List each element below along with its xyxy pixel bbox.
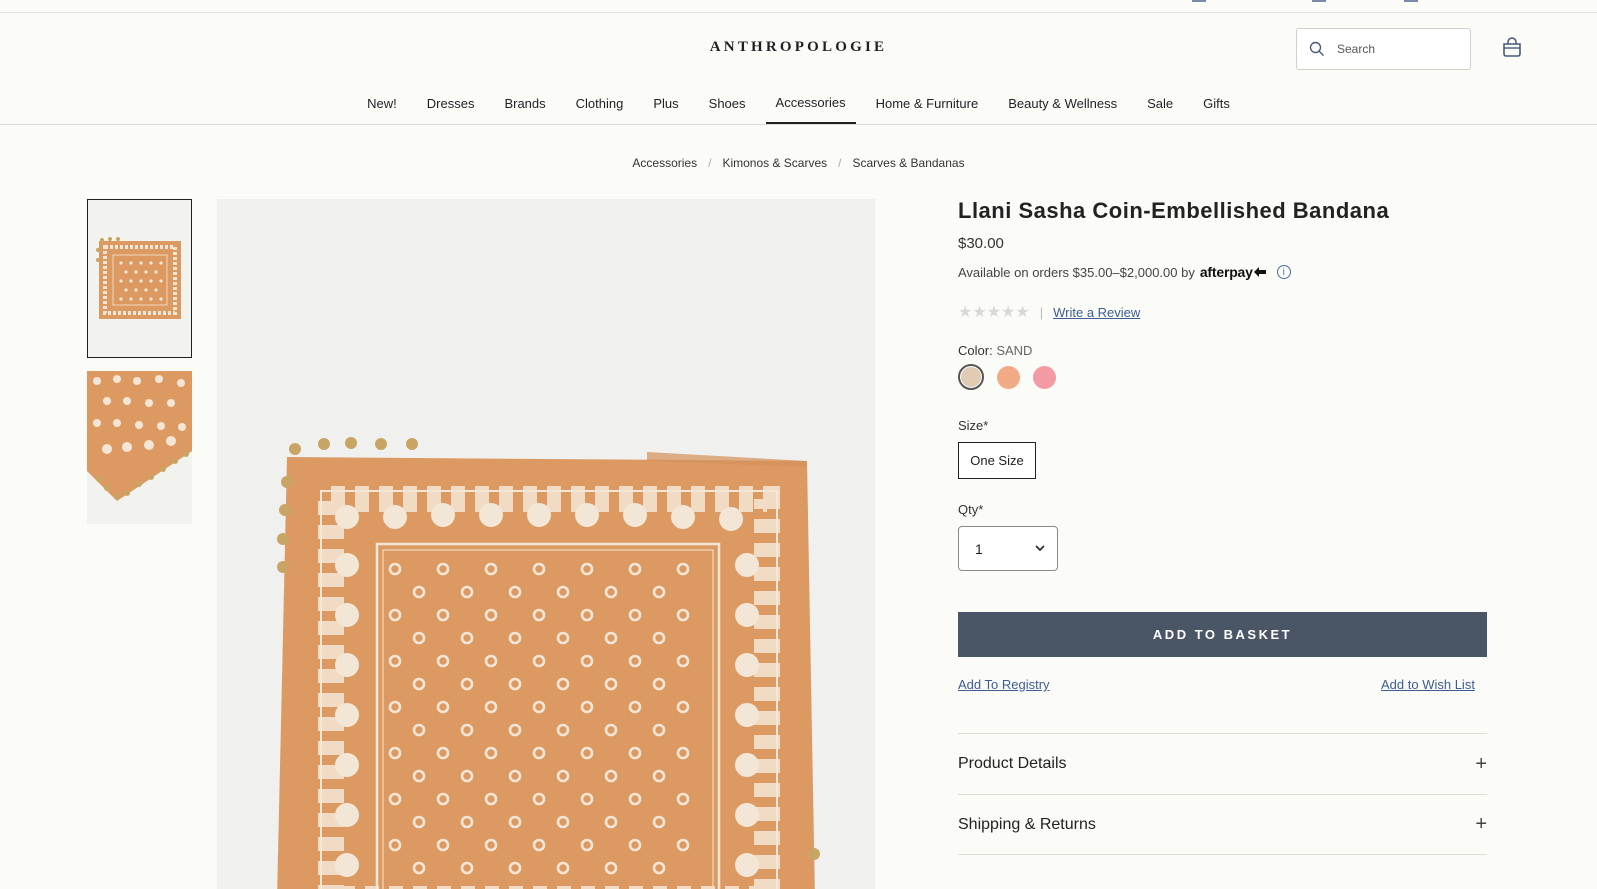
afterpay-message: Available on orders $35.00–$2,000.00 by …	[958, 264, 1291, 280]
utility-icon[interactable]	[1192, 0, 1206, 2]
info-icon[interactable]: i	[1276, 265, 1291, 279]
size-label: Size*	[958, 418, 989, 433]
product-title: Llani Sasha Coin-Embellished Bandana	[958, 198, 1390, 223]
color-swatch-sand[interactable]	[958, 364, 984, 390]
bandana-thumbnail-image	[88, 200, 191, 357]
color-swatches	[958, 364, 1069, 390]
color-label: Color: SAND	[958, 343, 1032, 358]
nav-item-shoes[interactable]: Shoes	[699, 83, 756, 124]
nav-item-gifts[interactable]: Gifts	[1193, 83, 1240, 124]
color-swatch-peach[interactable]	[997, 366, 1020, 389]
rating-stars: ★★★★★	[958, 304, 1030, 321]
search-input[interactable]	[1337, 42, 1457, 56]
top-utility-strip	[0, 0, 1597, 13]
breadcrumb-item[interactable]: Accessories	[632, 156, 697, 170]
plus-icon: +	[1475, 752, 1487, 775]
color-value: SAND	[996, 343, 1033, 358]
site-header: ANTHROPOLOGIE New! Dresses Brands Clothi…	[0, 13, 1597, 125]
plus-icon: +	[1475, 813, 1487, 835]
add-to-registry-link[interactable]: Add To Registry	[958, 677, 1050, 692]
nav-item-new[interactable]: New!	[357, 83, 407, 124]
quantity-value: 1	[975, 540, 983, 557]
bandana-main-image	[217, 199, 875, 889]
afterpay-arrows-icon	[1253, 267, 1266, 277]
color-swatch-pink[interactable]	[1033, 366, 1056, 389]
rating-separator: |	[1039, 304, 1044, 320]
write-review-link[interactable]: Write a Review	[1053, 305, 1140, 320]
accordion-title: Shipping & Returns	[958, 815, 1096, 833]
rating-row: ★★★★★ | Write a Review	[958, 302, 1140, 322]
chevron-down-icon	[1035, 545, 1045, 552]
qty-label: Qty*	[958, 502, 984, 517]
nav-item-home-furniture[interactable]: Home & Furniture	[866, 83, 989, 124]
breadcrumb-item[interactable]: Scarves & Bandanas	[853, 156, 965, 170]
product-thumbnail[interactable]	[87, 371, 192, 524]
size-option-one-size[interactable]: One Size	[958, 442, 1036, 479]
breadcrumb-separator: /	[708, 156, 712, 170]
color-label-text: Color:	[958, 343, 993, 358]
accordion-title: Product Details	[958, 755, 1067, 772]
main-nav: New! Dresses Brands Clothing Plus Shoes …	[0, 83, 1597, 125]
nav-item-brands[interactable]: Brands	[494, 83, 555, 124]
add-to-wishlist-link[interactable]: Add to Wish List	[1381, 677, 1475, 692]
product-thumbnail[interactable]	[87, 199, 192, 358]
nav-item-accessories[interactable]: Accessories	[765, 83, 856, 124]
afterpay-text: Available on orders $35.00–$2,000.00 by	[958, 264, 1195, 280]
accordion-shipping-returns[interactable]: Shipping & Returns +	[958, 794, 1487, 855]
afterpay-logo: afterpay	[1199, 264, 1253, 280]
nav-item-plus[interactable]: Plus	[643, 83, 688, 124]
search-box[interactable]	[1296, 28, 1471, 70]
utility-icon[interactable]	[1404, 0, 1418, 2]
quantity-select[interactable]: 1	[958, 526, 1058, 571]
utility-icon[interactable]	[1312, 0, 1326, 2]
nav-item-dresses[interactable]: Dresses	[417, 83, 485, 124]
product-main-image[interactable]	[217, 199, 875, 889]
search-icon	[1309, 41, 1324, 56]
breadcrumb: Accessories / Kimonos & Scarves / Scarve…	[0, 156, 1597, 170]
bandana-detail-thumbnail-image	[87, 371, 192, 524]
accordion-product-details[interactable]: Product Details +	[958, 733, 1487, 794]
shopping-bag-icon[interactable]	[1500, 35, 1524, 59]
breadcrumb-separator: /	[838, 156, 842, 170]
breadcrumb-item[interactable]: Kimonos & Scarves	[722, 156, 827, 170]
product-price: $30.00	[958, 235, 1004, 252]
nav-item-beauty-wellness[interactable]: Beauty & Wellness	[998, 83, 1127, 124]
add-to-basket-button[interactable]: ADD TO BASKET	[958, 612, 1487, 657]
nav-item-clothing[interactable]: Clothing	[566, 83, 634, 124]
nav-item-sale[interactable]: Sale	[1137, 83, 1183, 124]
